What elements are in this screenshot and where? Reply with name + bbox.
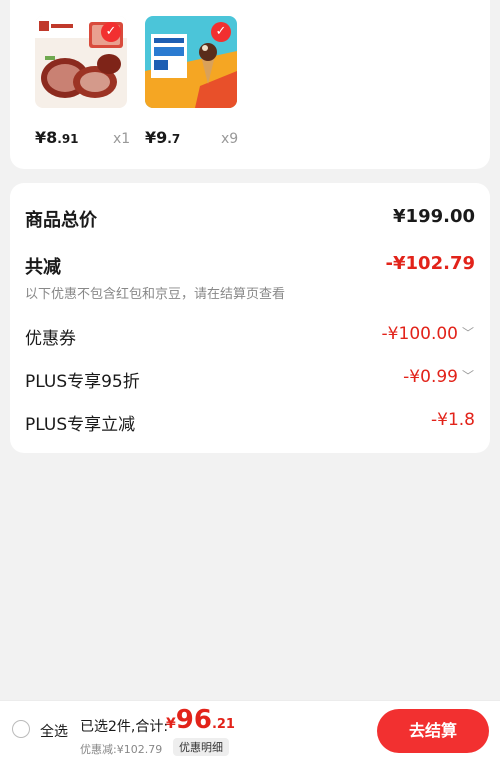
plus-reduce-value: -¥1.8 (431, 410, 475, 430)
product-price: ¥9.7 (145, 128, 181, 147)
select-all-label[interactable]: 全选 (40, 721, 68, 741)
product-quantity: x9 (221, 131, 239, 147)
discount-amount-text: 优惠减:¥102.79 (80, 743, 163, 756)
product-quantity: x1 (113, 131, 131, 147)
discount-note: 以下优惠不包含红包和京豆，请在结算页查看 (25, 287, 286, 302)
coupon-label: 优惠券 (25, 329, 76, 349)
plus-discount-label: PLUS专享95折 (25, 372, 140, 392)
chevron-down-icon: ﹀ (461, 326, 474, 340)
plus-reduce-label: PLUS专享立减 (25, 415, 136, 435)
selected-check-icon[interactable]: ✓ (101, 22, 121, 42)
selected-products-card: ✓ ✓ ¥8.91 x1 ¥9.7 x9 (10, 0, 490, 169)
product-price: ¥8.91 (35, 128, 79, 147)
chevron-down-icon: ﹀ (461, 369, 474, 383)
select-all-radio[interactable] (12, 720, 30, 738)
product-image-braised-meat[interactable]: ✓ (35, 16, 127, 108)
total-reduction-label: 共减 (25, 257, 61, 278)
checkout-bar: 全选 已选2件,合计: ¥96.21 优惠减:¥102.79 优惠明细 去结算 (0, 700, 500, 761)
coupon-row[interactable]: -¥100.00 ﹀ (382, 324, 474, 344)
selected-count-text: 已选2件,合计: (80, 719, 169, 735)
price-summary-card: 商品总价 ¥199.00 共减 -¥102.79 以下优惠不包含红包和京豆，请在… (10, 183, 490, 453)
coupon-value: -¥100.00 (381, 324, 458, 344)
discount-detail-button[interactable]: 优惠明细 (173, 738, 229, 756)
total-price-label: 商品总价 (25, 210, 97, 231)
total-reduction-value: -¥102.79 (385, 253, 475, 274)
plus-discount-value: -¥0.99 (403, 367, 458, 387)
product-image-ice-cream[interactable]: ✓ (145, 16, 237, 108)
total-price-value: ¥199.00 (393, 206, 475, 227)
total-amount: ¥96.21 (166, 705, 235, 735)
selected-check-icon[interactable]: ✓ (211, 22, 231, 42)
checkout-button[interactable]: 去结算 (377, 709, 489, 753)
plus-discount-row[interactable]: -¥0.99 ﹀ (403, 367, 474, 387)
